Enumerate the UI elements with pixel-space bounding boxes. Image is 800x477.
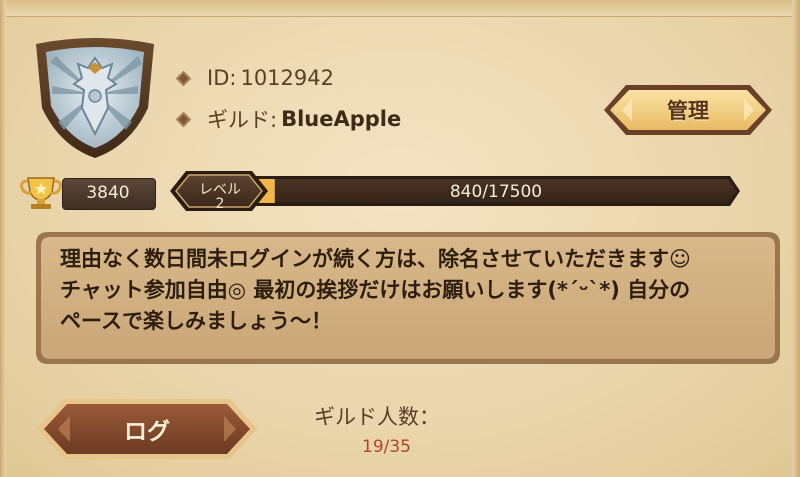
guild-message-text: 理由なく数日間未ログインが続く方は、除名させていただきます☺ チャット参加自由◎… bbox=[60, 247, 691, 333]
experience-text: 840/17500 bbox=[449, 182, 543, 202]
left-frame bbox=[0, 0, 6, 477]
manage-button-label: 管理 bbox=[667, 99, 709, 123]
guild-row: ギルド: BlueApple bbox=[175, 104, 402, 134]
level-label: レベル 2 bbox=[199, 183, 241, 212]
manage-button[interactable]: 管理 bbox=[600, 82, 776, 138]
trophy-counter: 3840 bbox=[18, 174, 156, 210]
member-count-value: 19/35 bbox=[362, 437, 411, 457]
right-frame bbox=[792, 0, 800, 477]
id-value: 1012942 bbox=[240, 66, 334, 90]
member-count-label: ギルド人数： bbox=[314, 405, 440, 429]
guild-name: BlueApple bbox=[281, 107, 402, 131]
top-frame bbox=[0, 0, 800, 17]
log-button[interactable]: ログ bbox=[34, 396, 260, 462]
guild-label: ギルド: bbox=[207, 108, 278, 132]
log-button-label: ログ bbox=[124, 419, 170, 445]
id-label: ID: bbox=[207, 66, 237, 90]
guild-emblem-icon bbox=[36, 38, 154, 158]
trophy-icon bbox=[20, 177, 62, 209]
id-row: ID: 1012942 bbox=[175, 66, 334, 90]
diamond-bullet-icon bbox=[175, 70, 192, 86]
diamond-bullet-icon bbox=[175, 111, 192, 127]
trophy-value: 3840 bbox=[86, 183, 130, 203]
